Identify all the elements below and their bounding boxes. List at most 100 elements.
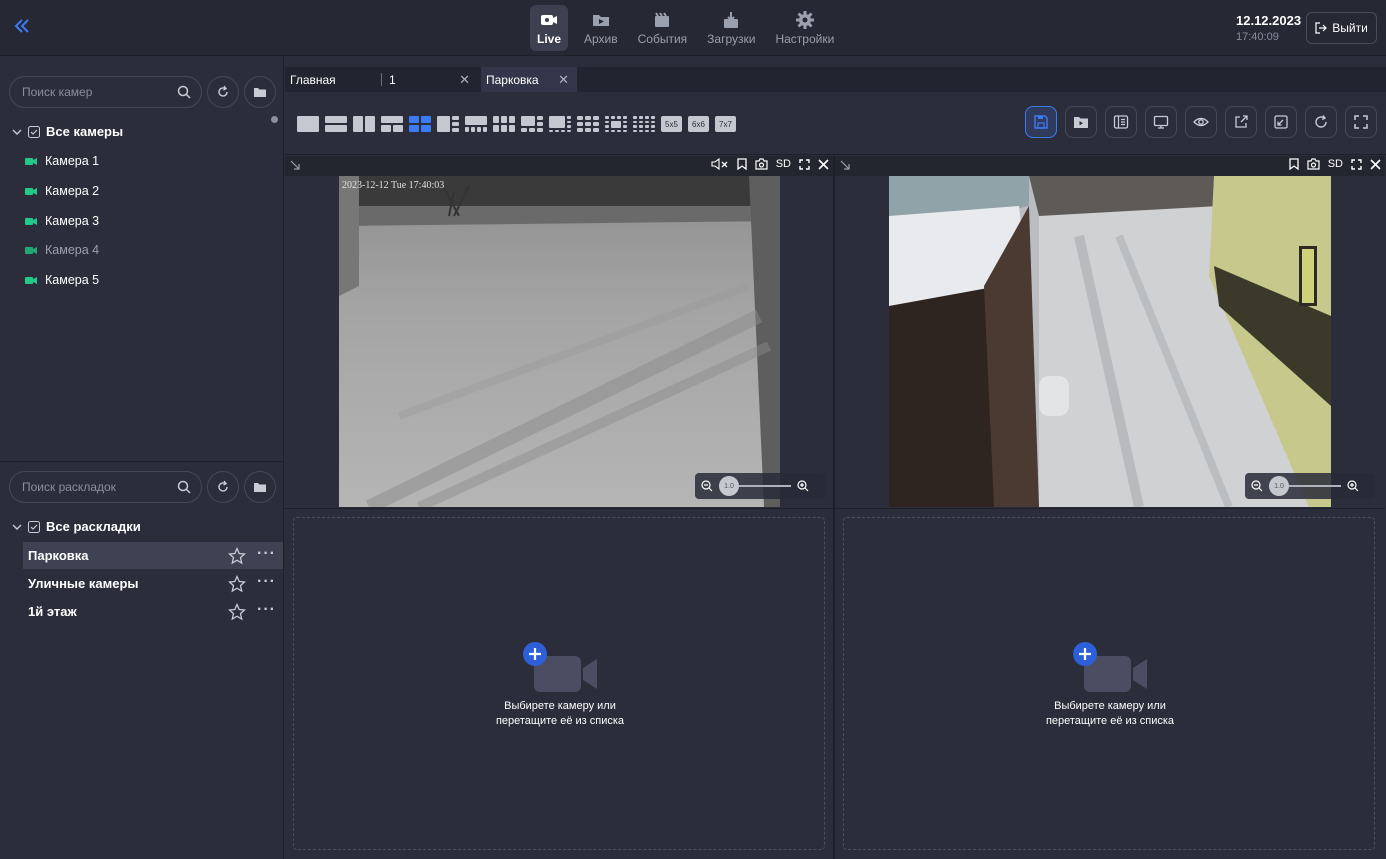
grid-1-plus-7-icon[interactable] <box>549 116 571 132</box>
camera-feed-snowy-yard[interactable]: 2023-12-12 Tue 17:40:03 <box>339 176 780 507</box>
grid-2-cols-icon[interactable] <box>353 116 375 132</box>
search-icon[interactable] <box>177 480 191 494</box>
tab-main[interactable]: Главная <box>285 67 380 92</box>
add-camera-placeholder[interactable] <box>1072 642 1152 697</box>
nav-archive[interactable]: Архив <box>580 5 622 51</box>
grid-1-plus-4-icon[interactable] <box>465 116 487 132</box>
grid-7x7-option[interactable]: 7x7 <box>715 116 736 132</box>
more-options-icon[interactable]: ··· <box>257 574 276 590</box>
zoom-slider-knob[interactable]: 1.0 <box>1269 476 1289 496</box>
nav-events[interactable]: События <box>634 5 692 51</box>
resize-arrow-icon[interactable] <box>289 159 301 171</box>
more-options-icon[interactable]: ··· <box>257 602 276 618</box>
fullscreen-icon[interactable] <box>1351 158 1362 170</box>
refresh-layouts-button[interactable] <box>207 471 239 503</box>
all-layouts-root[interactable]: Все раскладки <box>12 519 141 534</box>
camera-item-4[interactable]: Камера 4 <box>25 243 99 257</box>
camera-item-1[interactable]: Камера 1 <box>25 154 99 168</box>
zoom-slider[interactable]: 1.0 <box>1269 476 1341 496</box>
layout-folder-button[interactable] <box>244 471 276 503</box>
grid-1x1-icon[interactable] <box>297 116 319 132</box>
logout-button[interactable]: Выйти <box>1306 12 1377 44</box>
scrollbar-handle[interactable] <box>271 116 278 123</box>
more-options-icon[interactable]: ··· <box>257 546 276 562</box>
grid-1-plus-3-icon[interactable] <box>437 116 459 132</box>
sidebar-divider[interactable] <box>0 461 284 462</box>
all-cameras-root[interactable]: Все камеры <box>12 124 123 139</box>
snapshot-camera-icon[interactable] <box>1307 158 1320 170</box>
add-camera-placeholder[interactable] <box>522 642 602 697</box>
bookmark-icon[interactable] <box>1289 158 1299 170</box>
zoom-out-icon[interactable] <box>1251 480 1263 492</box>
monitor-button[interactable] <box>1145 106 1177 138</box>
refresh-icon <box>218 85 228 97</box>
nav-downloads[interactable]: Загрузки <box>703 5 759 51</box>
fullscreen-button[interactable] <box>1345 106 1377 138</box>
snapshot-camera-icon[interactable] <box>755 158 768 170</box>
save-layout-button[interactable] <box>1025 106 1057 138</box>
grid-2-rows-icon[interactable] <box>325 116 347 132</box>
video-pane-2[interactable]: SD 1.0 <box>835 156 1385 507</box>
grid-2x2-icon[interactable] <box>409 116 431 132</box>
checkbox-icon[interactable] <box>28 125 40 138</box>
checkbox-icon[interactable] <box>28 520 40 533</box>
fullscreen-icon[interactable] <box>799 158 810 170</box>
camera-search-input[interactable] <box>22 85 172 99</box>
open-layout-button[interactable] <box>1065 106 1097 138</box>
close-tab-icon[interactable]: ✕ <box>459 72 470 88</box>
bookmark-icon[interactable] <box>737 158 747 170</box>
grid-1-plus-5-icon[interactable] <box>521 116 543 132</box>
tab-1[interactable]: 1 ✕ <box>384 67 478 92</box>
grid-4x4-icon[interactable] <box>633 116 655 132</box>
search-icon[interactable] <box>177 85 191 99</box>
layout-search-input[interactable] <box>22 480 172 494</box>
minimize-button[interactable] <box>1265 106 1297 138</box>
chevron-down-icon[interactable] <box>12 127 22 137</box>
camera-item-3[interactable]: Камера 3 <box>25 214 99 228</box>
camera-folder-button[interactable] <box>244 76 276 108</box>
resize-arrow-icon[interactable] <box>839 159 851 171</box>
share-button[interactable] <box>1225 106 1257 138</box>
chevron-down-icon[interactable] <box>12 522 22 532</box>
empty-slot-dropzone[interactable]: Выбирете камеру или перетащите её из спи… <box>293 517 825 850</box>
grid-5x5-option[interactable]: 5x5 <box>661 116 682 132</box>
refresh-cameras-button[interactable] <box>207 76 239 108</box>
close-icon[interactable] <box>1370 158 1381 170</box>
tab-parking[interactable]: Парковка ✕ <box>481 67 577 92</box>
layout-item-first-floor[interactable]: 1й этаж ··· <box>23 598 283 625</box>
nav-settings[interactable]: Настройки <box>771 5 838 51</box>
camera-item-2[interactable]: Камера 2 <box>25 184 99 198</box>
camera-item-5[interactable]: Камера 5 <box>25 273 99 287</box>
zoom-slider[interactable]: 1.0 <box>719 476 791 496</box>
zoom-slider-knob[interactable]: 1.0 <box>719 476 739 496</box>
mute-icon[interactable] <box>711 158 729 170</box>
zoom-out-icon[interactable] <box>701 480 713 492</box>
empty-slot-dropzone[interactable]: Выбирете камеру или перетащите её из спи… <box>843 517 1375 850</box>
view-button[interactable] <box>1185 106 1217 138</box>
close-tab-icon[interactable]: ✕ <box>558 72 569 88</box>
layout-item-parking[interactable]: Парковка ··· <box>23 542 283 569</box>
grid-3x3-icon[interactable] <box>577 116 599 132</box>
zoom-in-icon[interactable] <box>1347 480 1359 492</box>
star-icon[interactable] <box>228 575 246 593</box>
grid-6x6-option[interactable]: 6x6 <box>688 116 709 132</box>
grid-1-plus-12-icon[interactable] <box>605 116 627 132</box>
video-pane-1[interactable]: SD 2023-12-12 Tue 17:40:03 1.0 <box>285 156 833 507</box>
zoom-in-icon[interactable] <box>797 480 809 492</box>
quality-label[interactable]: SD <box>776 158 791 170</box>
video-pane-3-empty[interactable]: Выбирете камеру или перетащите её из спи… <box>285 508 833 859</box>
collapse-sidebar-icon[interactable] <box>12 16 40 40</box>
grid-2x3-icon[interactable] <box>493 116 515 132</box>
camera-feed-snowy-street[interactable] <box>889 176 1331 507</box>
nav-live[interactable]: Live <box>530 5 568 51</box>
grid-1-plus-2-icon[interactable] <box>381 116 403 132</box>
reset-button[interactable] <box>1305 106 1337 138</box>
layout-list-button[interactable] <box>1105 106 1137 138</box>
pane-splitter-vertical[interactable] <box>833 156 835 859</box>
close-icon[interactable] <box>818 158 829 170</box>
quality-label[interactable]: SD <box>1328 158 1343 170</box>
layout-item-street-cameras[interactable]: Уличные камеры ··· <box>23 570 283 597</box>
video-pane-4-empty[interactable]: Выбирете камеру или перетащите её из спи… <box>835 508 1385 859</box>
star-icon[interactable] <box>228 603 246 621</box>
star-icon[interactable] <box>228 547 246 565</box>
